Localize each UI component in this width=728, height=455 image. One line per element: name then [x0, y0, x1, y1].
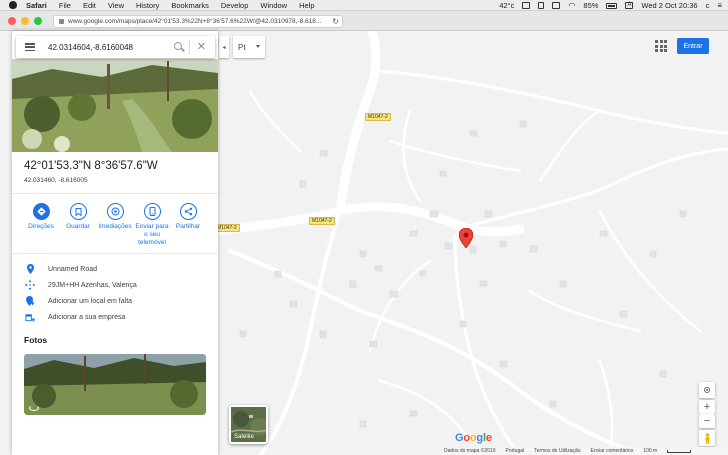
hamburger-menu-icon[interactable]	[25, 43, 35, 51]
send-feedback-link[interactable]: Enviar comentários	[591, 448, 634, 454]
share-button[interactable]: Partilhar	[170, 203, 206, 231]
menu-bookmarks[interactable]: Bookmarks	[171, 1, 209, 10]
menu-help[interactable]: Help	[299, 1, 314, 10]
nearby-icon	[106, 203, 124, 220]
add-business-text: Adicionar a sua empresa	[48, 313, 126, 321]
language-selector[interactable]: Pt	[233, 36, 265, 58]
share-label: Partilhar	[175, 223, 201, 230]
search-input[interactable]: 42.0314604,-8.6160048	[48, 43, 133, 52]
road-label: M1047-2	[309, 217, 335, 225]
save-label: Guardar	[66, 223, 90, 230]
battery-icon[interactable]	[606, 2, 618, 9]
lock-icon	[59, 19, 64, 24]
location-pin-icon	[25, 264, 35, 274]
apple-icon[interactable]	[9, 1, 17, 9]
input-source-icon[interactable]: A	[625, 2, 634, 9]
menu-view[interactable]: View	[108, 1, 124, 10]
plus-code-row[interactable]: 29JM+HH Azenhas, Valença	[12, 277, 218, 293]
place-photo[interactable]	[12, 59, 218, 152]
terms-link[interactable]: Termos de Utilização	[534, 448, 580, 454]
directions-label: Direções	[28, 223, 54, 230]
calendar-icon[interactable]	[552, 2, 561, 9]
minimize-window-button[interactable]	[21, 17, 29, 25]
share-icon	[179, 203, 197, 220]
close-icon[interactable]: ✕	[197, 40, 206, 53]
place-coordinates: 42.031460, -8.616005	[24, 177, 88, 184]
map-data-attribution[interactable]: Dados do mapa ©2019	[444, 448, 496, 454]
nearby-label: Imediações	[98, 223, 132, 230]
satellite-layer-button[interactable]: Satélite	[229, 405, 268, 444]
temperature-status[interactable]: 42°c	[499, 1, 514, 10]
scale-label[interactable]: 100 m	[643, 448, 657, 454]
my-location-button[interactable]	[699, 382, 715, 398]
place-panel: 42.0314604,-8.6160048 ✕ 42°01'53.3"N 8°3…	[12, 31, 218, 455]
url-text: www.google.com/maps/place/42°01'53.3%22N…	[68, 18, 322, 25]
nearby-button[interactable]: Imediações	[97, 203, 133, 231]
collapse-panel-button[interactable]: ◂	[219, 36, 229, 58]
menu-edit[interactable]: Edit	[83, 1, 96, 10]
bookmark-icon	[69, 203, 87, 220]
window-icon[interactable]	[522, 2, 531, 9]
satellite-label: Satélite	[234, 434, 255, 440]
send-to-phone-label: Enviar para o seu telemóvel	[135, 223, 169, 246]
close-window-button[interactable]	[8, 17, 16, 25]
directions-button[interactable]: Direções	[23, 203, 59, 231]
map-footer: Dados do mapa ©2019 Portugal Termos de U…	[440, 447, 728, 455]
address-text: Unnamed Road	[48, 265, 98, 273]
place-title: 42°01'53.3"N 8°36'57.6"W	[24, 160, 158, 172]
user-menu[interactable]: c	[706, 1, 710, 10]
add-business-row[interactable]: Adicionar a sua empresa	[12, 309, 218, 325]
browser-toolbar: www.google.com/maps/place/42°01'53.3%22N…	[0, 11, 728, 31]
sign-in-button[interactable]: Entrar	[677, 38, 709, 54]
photos-heading: Fotos	[24, 335, 48, 345]
plus-code-icon	[25, 280, 35, 290]
add-place-icon	[25, 296, 35, 306]
map-marker-icon[interactable]	[459, 228, 473, 248]
panorama-icon	[29, 405, 39, 411]
add-missing-place-text: Adicionar um local em falta	[48, 297, 133, 305]
save-button[interactable]: Guardar	[60, 203, 96, 231]
menu-window[interactable]: Window	[260, 1, 287, 10]
menu-app-name[interactable]: Safari	[26, 1, 47, 10]
add-business-icon	[25, 312, 35, 322]
datetime[interactable]: Wed 2 Oct 20:36	[641, 1, 697, 10]
phone-status-icon[interactable]	[538, 2, 545, 9]
battery-percentage[interactable]: 85%	[583, 1, 598, 10]
street-view-pegman-button[interactable]	[699, 430, 715, 446]
road-label: M1047-2	[365, 113, 391, 121]
google-apps-icon[interactable]	[655, 40, 667, 52]
phone-icon	[143, 203, 161, 220]
directions-icon	[32, 203, 50, 220]
search-divider	[189, 40, 190, 54]
menu-history[interactable]: History	[136, 1, 159, 10]
zoom-out-button[interactable]: −	[699, 414, 715, 428]
menu-file[interactable]: File	[59, 1, 71, 10]
zoom-in-button[interactable]: +	[699, 400, 715, 414]
garden-photo-image	[12, 59, 218, 152]
macos-menu-bar: Safari File Edit View History Bookmarks …	[0, 0, 728, 11]
divider	[12, 253, 218, 254]
reload-icon[interactable]: ↻	[332, 17, 339, 26]
pegman-icon	[705, 432, 709, 444]
google-logo: Google	[455, 432, 492, 444]
menu-develop[interactable]: Develop	[221, 1, 249, 10]
address-bar[interactable]: www.google.com/maps/place/42°01'53.3%22N…	[53, 15, 343, 28]
address-row[interactable]: Unnamed Road	[12, 261, 218, 277]
caret-down-icon	[256, 45, 260, 48]
plus-code-text: 29JM+HH Azenhas, Valença	[48, 281, 137, 289]
zoom-window-button[interactable]	[34, 17, 42, 25]
send-to-phone-button[interactable]: Enviar para o seu telemóvel	[133, 203, 171, 247]
scale-bar	[667, 449, 692, 453]
list-icon[interactable]: ≡	[717, 1, 722, 10]
panorama-photo-image	[24, 354, 206, 415]
add-missing-place-row[interactable]: Adicionar um local em falta	[12, 293, 218, 309]
language-selector-label: Pt	[238, 42, 246, 52]
wifi-icon[interactable]: ◠	[568, 1, 575, 10]
search-icon[interactable]	[174, 42, 182, 50]
country-link[interactable]: Portugal	[506, 448, 525, 454]
search-box[interactable]: 42.0314604,-8.6160048 ✕	[16, 36, 215, 58]
divider	[12, 193, 218, 194]
my-location-icon	[704, 387, 710, 393]
photo-thumbnail[interactable]	[24, 354, 206, 415]
